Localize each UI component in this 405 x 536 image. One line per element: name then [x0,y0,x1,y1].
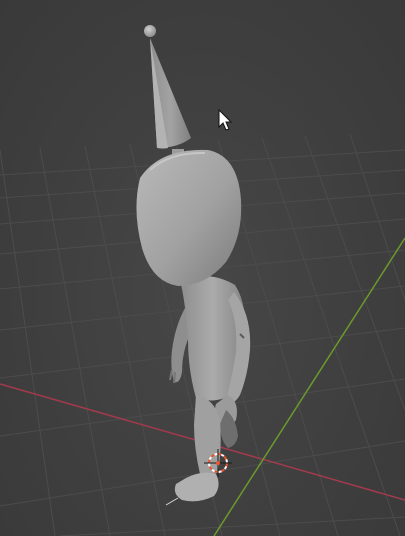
mouse-pointer-icon [218,108,233,131]
viewport-canvas[interactable] [0,0,405,536]
hat-pompom[interactable] [144,25,156,37]
clown-character[interactable] [136,25,251,506]
3d-viewport[interactable] [0,0,405,536]
head[interactable] [136,149,242,286]
